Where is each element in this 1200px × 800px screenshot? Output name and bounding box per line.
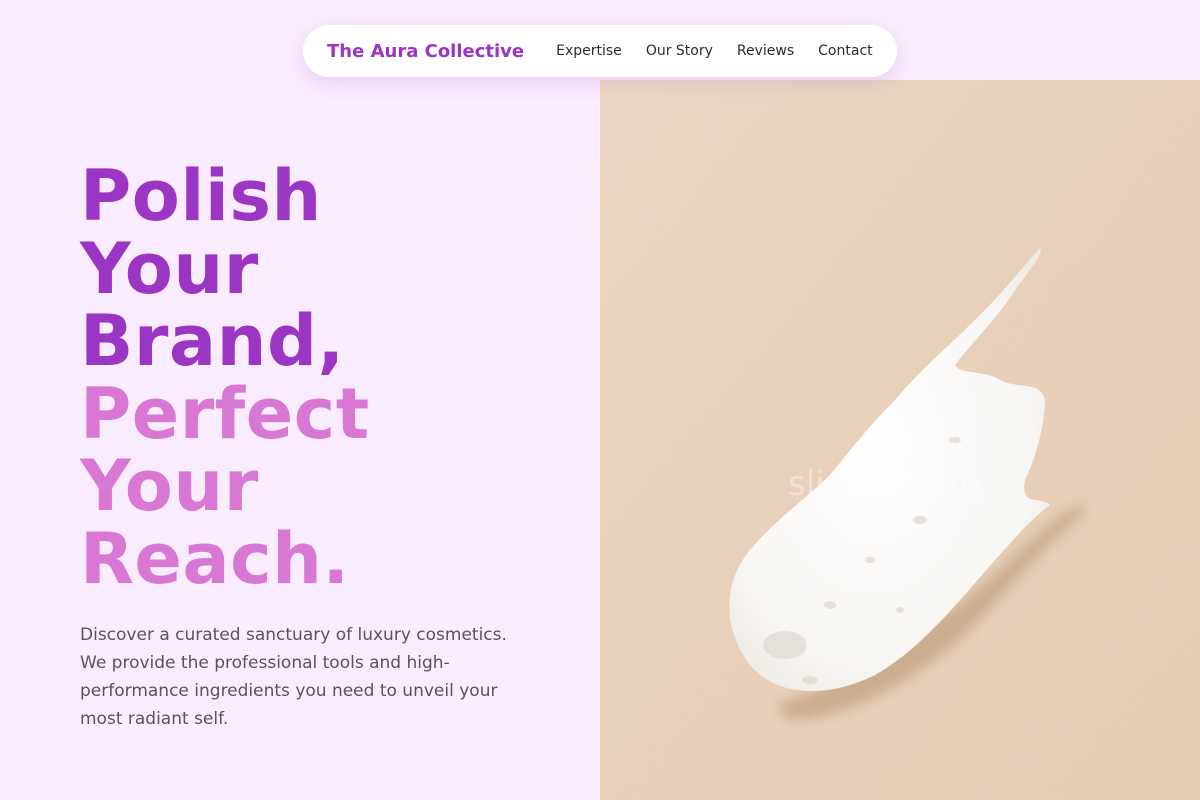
headline-line-accent: Your [80, 445, 259, 527]
hero-description: Discover a curated sanctuary of luxury c… [80, 625, 507, 729]
image-watermark-text: slick.beauty [788, 464, 992, 504]
nav-links: Expertise Our Story Reviews Contact [556, 43, 873, 59]
headline-line-accent: Reach. [80, 517, 350, 600]
nav-link-reviews[interactable]: Reviews [737, 43, 794, 59]
headline-line: Your [80, 227, 259, 310]
hero-headline: Polish Your Brand, Perfect Your Reach. [80, 160, 580, 595]
hero-cream-swatch-image: slick.beauty [600, 80, 1200, 800]
brand-logo-link[interactable]: The Aura Collective [327, 41, 524, 62]
nav-link-contact[interactable]: Contact [818, 43, 872, 59]
top-navigation: The Aura Collective Expertise Our Story … [303, 25, 897, 77]
headline-line-accent: Perfect [80, 372, 370, 455]
nav-link-our-story[interactable]: Our Story [646, 43, 713, 59]
headline-line: Polish [80, 155, 322, 237]
headline-line: Brand, [80, 300, 345, 382]
nav-link-expertise[interactable]: Expertise [556, 43, 622, 59]
